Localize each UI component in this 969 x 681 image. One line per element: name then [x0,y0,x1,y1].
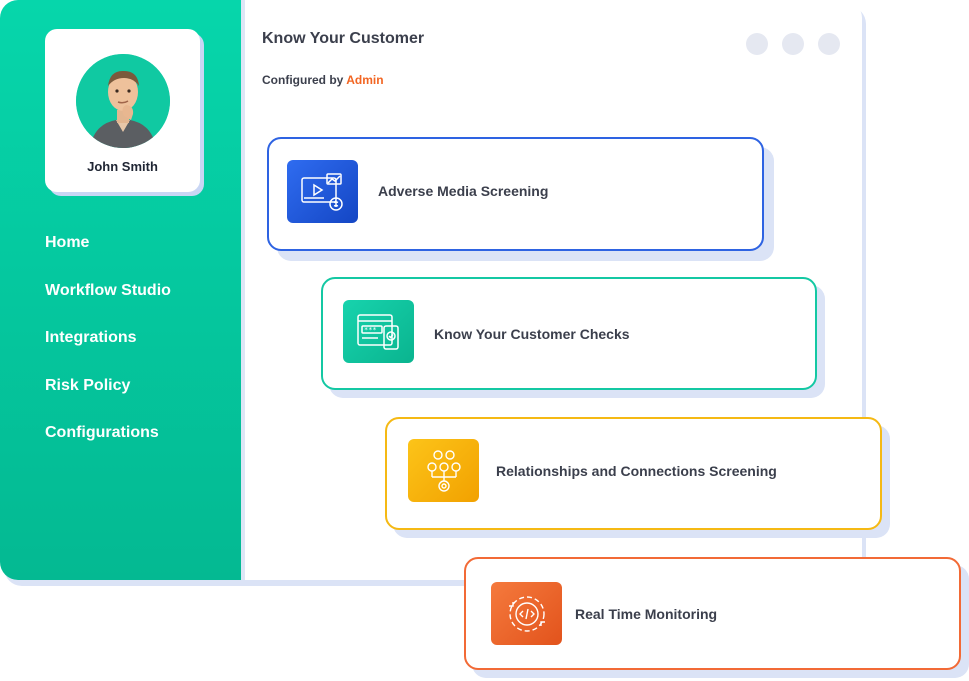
monitoring-icon [491,582,562,645]
window-dot-1[interactable] [746,33,768,55]
card-adverse-media-screening[interactable]: Adverse Media Screening [267,137,764,251]
media-screening-icon [287,160,358,223]
sidebar-item-home[interactable]: Home [45,233,171,281]
sidebar-item-risk-policy[interactable]: Risk Policy [45,376,171,424]
kyc-checks-icon: *** [343,300,414,363]
card-kyc-checks[interactable]: *** Know Your Customer Checks [321,277,817,390]
window-dot-2[interactable] [782,33,804,55]
sidebar-item-integrations[interactable]: Integrations [45,328,171,376]
sidebar: John Smith Home Workflow Studio Integrat… [0,0,241,580]
page-title: Know Your Customer [262,30,425,47]
user-name: John Smith [87,159,158,174]
sidebar-item-workflow-studio[interactable]: Workflow Studio [45,281,171,329]
configured-by-user[interactable]: Admin [346,73,383,87]
card-label: Real Time Monitoring [575,606,718,622]
card-label: Adverse Media Screening [378,183,549,199]
card-relationships-screening[interactable]: Relationships and Connections Screening [385,417,882,530]
sidebar-item-configurations[interactable]: Configurations [45,423,171,471]
window-dot-3[interactable] [818,33,840,55]
profile-card[interactable]: John Smith [45,29,200,192]
card-real-time-monitoring[interactable]: Real Time Monitoring [464,557,961,670]
configured-by-prefix: Configured by [262,73,344,87]
card-label: Know Your Customer Checks [434,326,630,342]
avatar [76,54,170,148]
configured-by: Configured by Admin [262,73,384,87]
card-label: Relationships and Connections Screening [496,463,777,479]
sidebar-divider [241,0,245,580]
relationships-icon [408,439,479,502]
svg-text:***: *** [364,326,377,334]
sidebar-nav: Home Workflow Studio Integrations Risk P… [45,233,171,471]
avatar-image [76,54,170,148]
